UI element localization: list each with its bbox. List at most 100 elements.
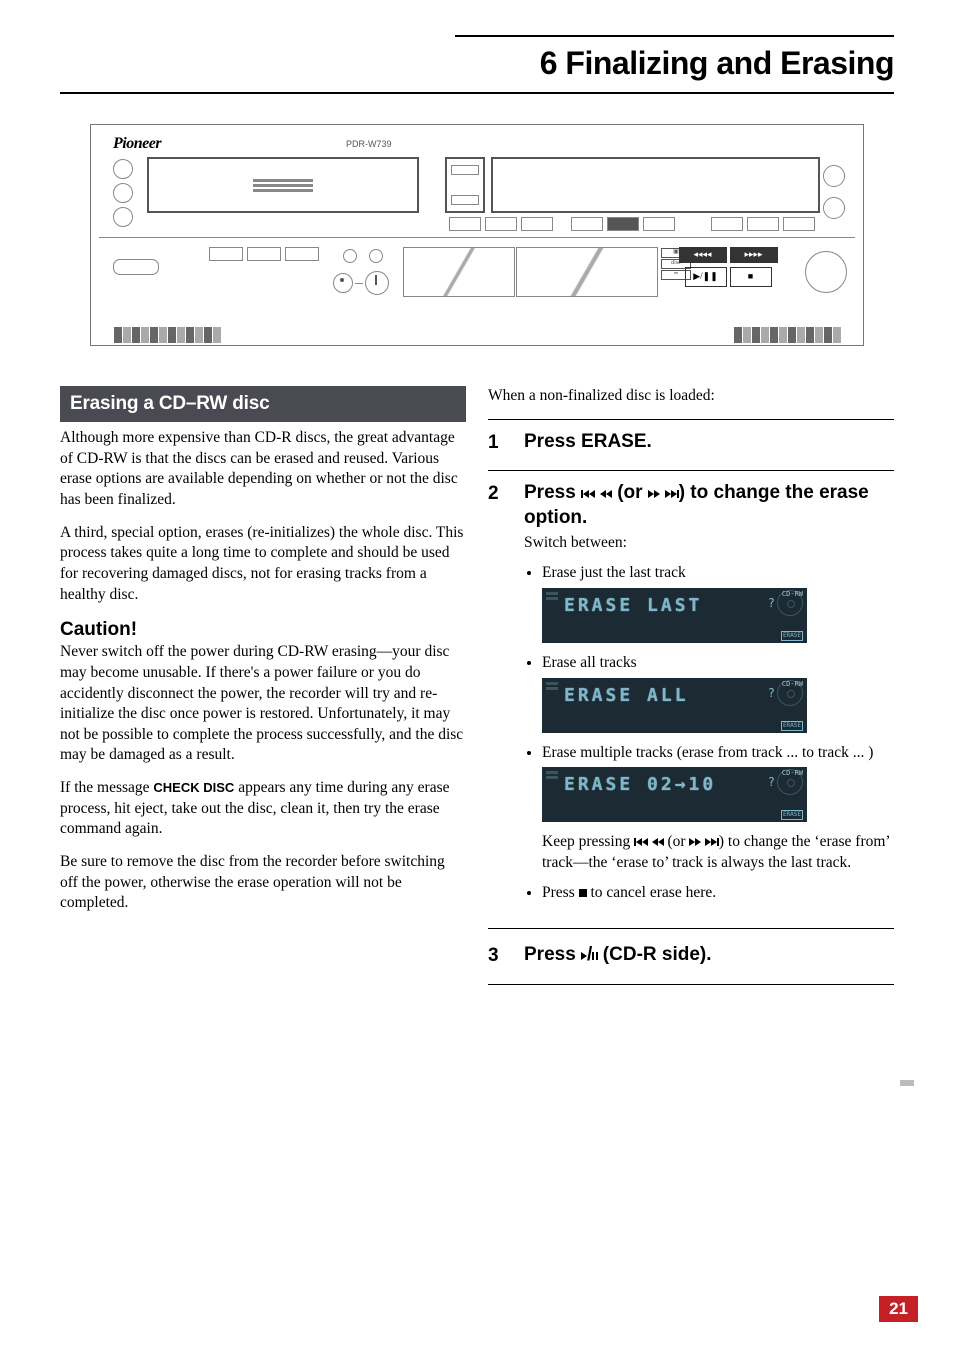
prev-track-icon [581, 482, 612, 503]
section-heading: Erasing a CD–RW disc [60, 386, 466, 422]
step-1: 1 Press ERASE. [488, 419, 894, 471]
led-pair-icon [343, 249, 383, 263]
list-item: Erase just the last track ERASE LAST ? C… [542, 563, 894, 643]
text-part: If the message [60, 779, 153, 796]
button-row-icon [209, 247, 319, 261]
stop-icon [579, 889, 587, 897]
stop-button-icon: ■ [730, 267, 772, 287]
step-number: 1 [488, 430, 506, 457]
content-columns: Erasing a CD–RW disc Although more expen… [60, 386, 894, 985]
tray-slot-icon [445, 157, 485, 213]
list-item: Erase all tracks ERASE ALL ? CD-RW ERASE [542, 653, 894, 733]
check-disc-label: CHECK DISC [153, 780, 234, 795]
transport-controls-icon: ◂◂◂◂ ▸▸▸▸ ▶/❚❚ ■ [663, 247, 793, 295]
caution-block: Caution! [60, 617, 466, 642]
lower-panel: ▣disc━ ◂◂◂◂ ▸▸▸▸ ▶/❚❚ ■ [91, 243, 863, 313]
body-text: Never switch off the power during CD-RW … [60, 642, 466, 766]
cdrw-badge: CD-RW [782, 590, 803, 599]
text-part: (or [612, 482, 648, 503]
model-label: PDR-W739 [346, 139, 392, 149]
device-illustration: Pioneer PDR-W739 ▣disc━ ◂◂◂◂ ▸▸ [90, 124, 864, 346]
chapter-rule [60, 92, 894, 94]
cdrw-badge: CD-RW [782, 680, 803, 689]
text-part: Keep pressing [542, 833, 634, 850]
text-part: Press [524, 482, 581, 503]
indicator-icon [113, 183, 133, 203]
cdrw-badge: CD-RW [782, 769, 803, 778]
page-number: 21 [879, 1296, 918, 1322]
button-row-icon [571, 217, 675, 231]
right-column: When a non-finalized disc is loaded: 1 P… [488, 386, 894, 985]
body-text: Be sure to remove the disc from the reco… [60, 852, 466, 914]
eject-button-icon [823, 197, 845, 219]
button-row-icon [449, 217, 553, 231]
lcd-erase-range: ERASE 02→10 ? CD-RW ERASE [542, 767, 807, 822]
button-row-icon [711, 217, 815, 231]
divider [99, 237, 855, 238]
prev-button-icon: ◂◂◂◂ [679, 247, 727, 263]
brand-logo: Pioneer [113, 135, 161, 153]
step-title: Press ERASE. [524, 430, 894, 455]
progress-bar-icon [548, 804, 801, 818]
foot-icon [733, 327, 841, 343]
text-part: to cancel erase here. [587, 884, 717, 901]
jog-dial-icon [805, 251, 847, 293]
question-mark-icon: ? [768, 775, 775, 791]
progress-bar-icon [548, 715, 801, 729]
question-mark-icon: ? [768, 596, 775, 612]
body-text: A third, special option, erases (re-init… [60, 523, 466, 605]
caution-heading: Caution! [60, 617, 466, 642]
prev-track-icon [634, 833, 663, 850]
display-icon [516, 247, 658, 297]
intro-text: When a non-finalized disc is loaded: [488, 386, 894, 407]
left-column: Erasing a CD–RW disc Although more expen… [60, 386, 466, 985]
next-button-icon: ▸▸▸▸ [730, 247, 778, 263]
knob-pair-icon [333, 271, 389, 295]
step-3: 3 Press / (CD-R side). [488, 928, 894, 985]
progress-bar-icon [548, 625, 801, 639]
step-2: 2 Press (or ) to change the erase option… [488, 470, 894, 928]
headphone-jack-icon [113, 259, 159, 275]
lcd-erase-last: ERASE LAST ? CD-RW ERASE [542, 588, 807, 643]
indicator-icon [113, 207, 133, 227]
chapter-number: 6 [540, 45, 557, 81]
next-track-icon [689, 833, 718, 850]
text-part: Press [542, 884, 579, 901]
option-label: Erase just the last track [542, 564, 686, 581]
option-label: Erase all tracks [542, 654, 637, 671]
play-pause-button-icon: ▶/❚❚ [685, 267, 727, 287]
body-text: Although more expensive than CD-R discs,… [60, 428, 466, 510]
power-button-icon [113, 159, 133, 179]
text-part: Press [524, 944, 581, 965]
play-pause-icon: / [581, 944, 597, 965]
manual-page: 6 Finalizing and Erasing Pioneer PDR-W73… [0, 0, 954, 1348]
text-part: (or [664, 833, 690, 850]
question-mark-icon: ? [768, 686, 775, 702]
step-number: 2 [488, 481, 506, 914]
option-note: Keep pressing (or ) to change the ‘erase… [542, 832, 894, 873]
erase-options-list: Erase just the last track ERASE LAST ? C… [524, 563, 894, 904]
lcd-text: ERASE LAST [564, 594, 702, 618]
chapter-name: Finalizing and Erasing [565, 45, 894, 81]
chapter-title: 6 Finalizing and Erasing [60, 45, 894, 82]
top-rule [455, 35, 894, 37]
step-title: Press / (CD-R side). [524, 943, 894, 968]
display-icon [403, 247, 515, 297]
lcd-text: ERASE 02→10 [564, 773, 716, 797]
body-text: If the message CHECK DISC appears any ti… [60, 778, 466, 840]
step-number: 3 [488, 943, 506, 970]
list-item: Press to cancel erase here. [542, 883, 894, 904]
lcd-erase-all: ERASE ALL ? CD-RW ERASE [542, 678, 807, 733]
crop-mark-icon [900, 1080, 914, 1086]
step-subtext: Switch between: [524, 533, 894, 554]
step-title: Press (or ) to change the erase option. [524, 481, 894, 530]
list-item: Erase multiple tracks (erase from track … [542, 743, 894, 874]
cd-tray-right [491, 157, 820, 213]
option-label: Erase multiple tracks (erase from track … [542, 744, 873, 761]
lcd-text: ERASE ALL [564, 684, 689, 708]
text-part: (CD-R side). [598, 944, 712, 965]
eject-button-icon [823, 165, 845, 187]
next-track-icon [648, 482, 679, 503]
cd-tray-left [147, 157, 419, 213]
foot-icon [113, 327, 221, 343]
